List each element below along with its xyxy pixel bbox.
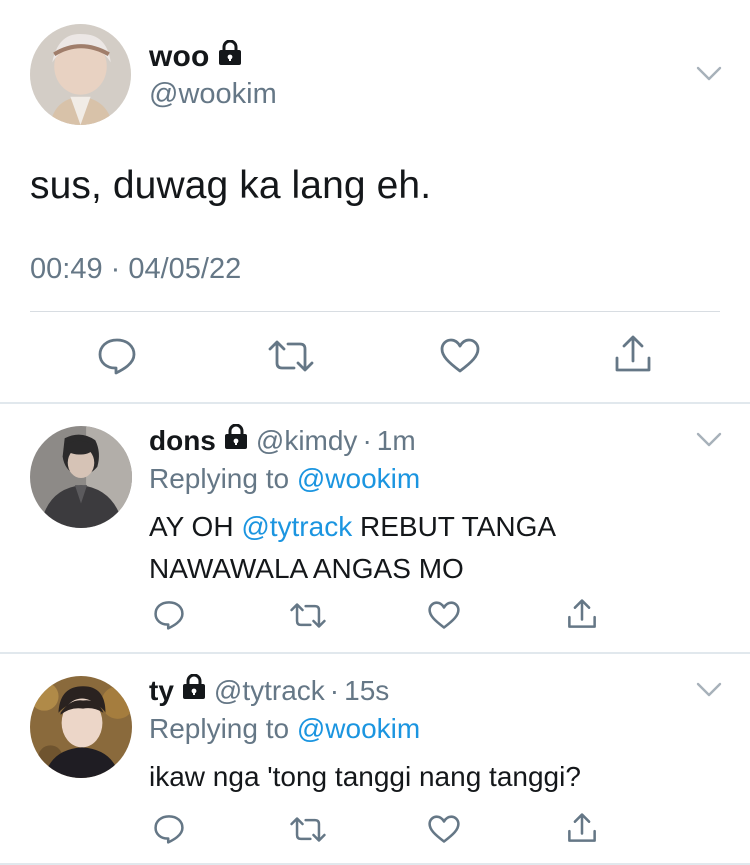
reply-timestamp[interactable]: 1m [377,425,416,457]
replying-to-mention[interactable]: @wookim [297,713,420,744]
reply-text: ikaw nga 'tong tanggi nang tanggi? [149,756,581,798]
reply-timestamp[interactable]: 15s [344,675,389,707]
reply-icon[interactable] [97,337,137,375]
retweet-icon[interactable] [290,602,326,629]
lock-icon [182,673,206,707]
reply-text-line: ikaw nga 'tong tanggi nang tanggi? [149,761,581,792]
author-name-text: woo [149,40,210,73]
like-icon[interactable] [428,601,460,630]
main-tweet-handle[interactable]: @wookim [149,78,277,111]
main-tweet-timestamp[interactable]: 00:49 · 04/05/22 [30,253,241,286]
main-tweet-author-name[interactable]: woo [149,39,242,74]
reply-author-handle[interactable]: @kimdy [256,425,358,457]
share-icon[interactable] [567,598,597,630]
chevron-down-icon[interactable] [696,432,722,448]
replying-to-label: Replying to [149,713,290,744]
reply-text-line: NAWAWALA ANGAS MO [149,553,464,584]
lock-icon [218,39,242,74]
reply-text: AY OH @tytrack REBUT TANGA NAWAWALA ANGA… [149,506,556,590]
separator-dot: · [329,674,340,706]
share-icon[interactable] [614,334,652,374]
main-tweet-avatar[interactable] [30,24,131,125]
reply-header: dons @kimdy · 1m [149,423,416,457]
reply-author-name[interactable]: dons [149,425,216,457]
replying-to-label: Replying to [149,463,290,494]
divider [30,311,720,312]
retweet-icon[interactable] [268,339,314,373]
chevron-down-icon[interactable] [696,66,722,82]
reply-icon[interactable] [153,814,185,844]
reply-icon[interactable] [153,600,185,630]
like-icon[interactable] [428,815,460,844]
reply-text-segment: AY OH [149,511,234,542]
reply-header: ty @tytrack · 15s [149,673,389,707]
share-icon[interactable] [567,812,597,844]
lock-icon [224,423,248,457]
reply-text-segment: REBUT TANGA [360,511,557,542]
main-tweet-text: sus, duwag ka lang eh. [30,164,432,207]
reply-tweet: ty @tytrack · 15s Replying to @wookim ik… [0,654,750,865]
replying-to-mention[interactable]: @wookim [297,463,420,494]
replying-to: Replying to @wookim [149,713,420,745]
mention-link[interactable]: @tytrack [241,511,352,542]
main-tweet: woo @wookim sus, duwag ka lang eh. 00:49… [0,0,750,403]
replying-to: Replying to @wookim [149,463,420,495]
separator-dot: · [362,424,372,456]
reply-tweet: dons @kimdy · 1m Replying to @wookim AY … [0,404,750,651]
reply-text-line: AY OH @tytrack REBUT TANGA [149,506,556,548]
reply-avatar[interactable] [30,676,132,778]
reply-author-handle[interactable]: @tytrack [214,675,325,707]
like-icon[interactable] [440,338,480,374]
reply-author-name[interactable]: ty [149,675,174,707]
chevron-down-icon[interactable] [696,682,722,698]
retweet-icon[interactable] [290,816,326,843]
reply-avatar[interactable] [30,426,132,528]
